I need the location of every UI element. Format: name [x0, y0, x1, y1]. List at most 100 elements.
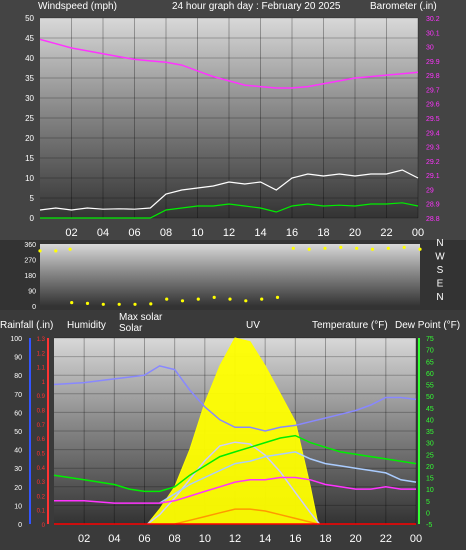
- windspeed-tick-label: 30: [25, 94, 34, 103]
- temperature-tick-label: 60: [426, 371, 434, 378]
- windspeed-tick-label: 20: [25, 134, 34, 143]
- humidity-tick-label: 20: [14, 485, 22, 492]
- barometer-tick-label: 29.5: [426, 116, 440, 123]
- wind_dir-point: [228, 297, 232, 301]
- wind_dir-point: [196, 297, 200, 301]
- humidity-tick-label: 100: [10, 336, 22, 343]
- barometer-tick-label: 30.1: [426, 30, 440, 37]
- humidity-tick-label: 0: [18, 522, 22, 529]
- temperature-tick-label: 50: [426, 394, 434, 401]
- humidity-tick-label: 70: [14, 392, 22, 399]
- compass-label: S: [437, 265, 444, 276]
- wind_dir-point: [68, 247, 72, 251]
- barometer-axis-label: Barometer (.in): [370, 1, 437, 12]
- legend-label: Solar: [119, 323, 143, 334]
- windspeed-tick-label: 25: [25, 114, 34, 123]
- humidity-tick-label: 60: [14, 410, 22, 417]
- climate-time-tick: 08: [169, 533, 181, 545]
- windspeed-axis-label: Windspeed (mph): [38, 1, 117, 12]
- rain-tick-label: 1.1: [37, 366, 46, 372]
- wind_dir-point: [386, 246, 390, 250]
- direction-tick-label: 270: [24, 258, 36, 265]
- wind-time-tick: 02: [65, 227, 77, 239]
- climate-time-tick: 18: [319, 533, 331, 545]
- wind_dir-point: [275, 295, 280, 299]
- wind_dir-point: [260, 297, 264, 301]
- legend-label: UV: [246, 320, 260, 331]
- windspeed-tick-label: 0: [30, 214, 35, 223]
- compass-label: E: [437, 279, 444, 290]
- temperature-tick-label: 15: [426, 476, 434, 483]
- graph-title: 24 hour graph day : February 20 2025: [172, 1, 341, 12]
- barometer-tick-label: 29.3: [426, 145, 440, 152]
- compass-label: W: [435, 252, 445, 263]
- wind-time-tick: 10: [191, 227, 203, 239]
- barometer-tick-label: 29.8: [426, 73, 440, 80]
- wind_dir-point: [180, 299, 185, 303]
- windspeed-tick-label: 35: [25, 74, 34, 83]
- temperature-tick-label: 0: [426, 510, 430, 517]
- wind_dir-point: [307, 247, 311, 251]
- temperature-tick-label: 65: [426, 359, 434, 366]
- wind_dir-point: [149, 302, 153, 306]
- wind_dir-point: [38, 249, 42, 253]
- temperature-tick-label: 35: [426, 429, 434, 436]
- humidity-tick-label: 40: [14, 448, 22, 455]
- legend-label: Max solar: [119, 312, 163, 323]
- temperature-tick-label: -5: [426, 522, 432, 529]
- direction-plot-area: [40, 244, 420, 306]
- wind_dir-point: [165, 297, 169, 301]
- rain-tick-label: 0.8: [37, 409, 46, 415]
- wind-time-tick: 18: [317, 227, 329, 239]
- windspeed-tick-label: 40: [25, 54, 34, 63]
- barometer-tick-label: 29.6: [426, 102, 440, 109]
- wind-time-tick: 20: [349, 227, 361, 239]
- climate-time-tick: 06: [138, 533, 150, 545]
- wind_dir-point: [402, 245, 406, 249]
- barometer-tick-label: 28.9: [426, 202, 440, 209]
- rain-tick-label: 0.5: [37, 451, 46, 457]
- barometer-tick-label: 28.8: [426, 216, 440, 223]
- legend-label: Temperature (°F): [312, 320, 388, 331]
- rain-tick-label: 0.3: [37, 480, 46, 486]
- rain-tick-label: 1.3: [37, 337, 46, 343]
- windspeed-tick-label: 50: [25, 14, 34, 23]
- wind_dir-point: [339, 245, 343, 249]
- rain-tick-label: 0.2: [37, 494, 46, 500]
- barometer-tick-label: 30: [426, 45, 434, 52]
- wind_dir-point: [101, 302, 105, 306]
- barometer-tick-label: 29: [426, 187, 434, 194]
- wind_dir-point: [133, 302, 137, 306]
- rain-tick-label: 0.1: [37, 509, 46, 515]
- temperature-tick-label: 70: [426, 348, 434, 355]
- temperature-tick-label: 45: [426, 406, 434, 413]
- humidity-tick-label: 30: [14, 466, 22, 473]
- wind-time-tick: 12: [223, 227, 235, 239]
- wind-time-tick: 14: [254, 227, 266, 239]
- wind_dir-point: [212, 295, 216, 299]
- windspeed-tick-label: 45: [25, 34, 34, 43]
- climate-time-tick: 04: [108, 533, 120, 545]
- temperature-tick-label: 25: [426, 452, 434, 459]
- direction-tick-label: 90: [28, 289, 36, 296]
- wind-time-tick: 00: [412, 227, 424, 239]
- climate-panel: Rainfall (.in) Humidity Max solarSolar UV Te…: [0, 310, 466, 550]
- temperature-tick-label: 55: [426, 383, 434, 390]
- wind-barometer-panel: Windspeed (mph) 24 hour graph day : Febr…: [0, 0, 466, 240]
- humidity-tick-label: 80: [14, 373, 22, 380]
- climate-time-tick: 16: [289, 533, 301, 545]
- climate-time-tick: 12: [229, 533, 241, 545]
- wind-time-tick: 04: [97, 227, 109, 239]
- barometer-tick-label: 29.4: [426, 130, 440, 137]
- legend-label: Rainfall (.in): [0, 320, 53, 331]
- wind_dir-point: [54, 249, 58, 253]
- rain-tick-label: 0.4: [37, 466, 46, 472]
- rain-tick-label: 1.2: [37, 351, 46, 357]
- windspeed-tick-label: 15: [25, 154, 34, 163]
- barometer-tick-label: 29.1: [426, 173, 440, 180]
- wind-direction-panel: 090180270360 NWSEN: [0, 238, 466, 311]
- barometer-tick-label: 30.2: [426, 16, 440, 23]
- wind_dir-point: [70, 301, 74, 305]
- windspeed-tick-label: 5: [30, 194, 35, 203]
- humidity-tick-label: 50: [14, 429, 22, 436]
